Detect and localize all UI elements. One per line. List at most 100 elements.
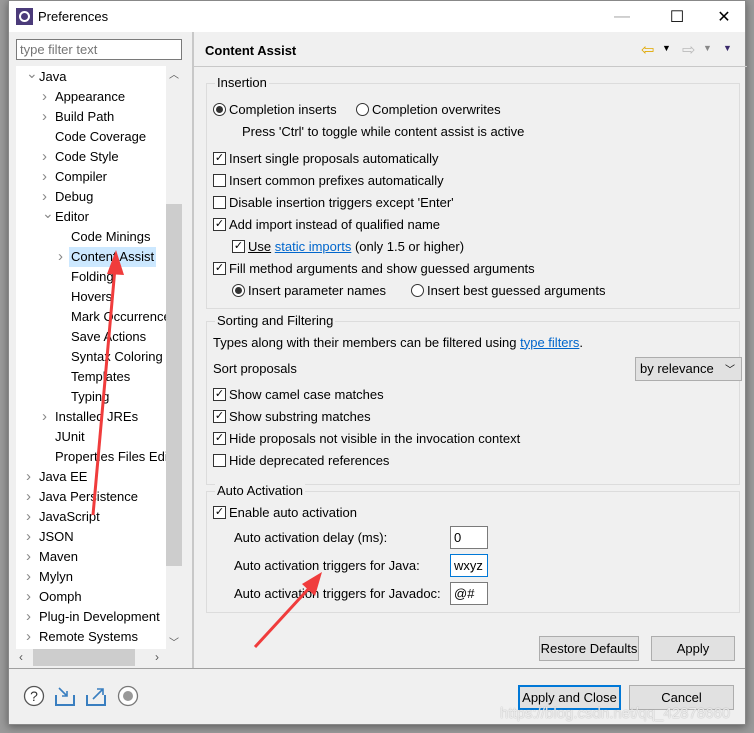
tree-item-label: JSON [39, 529, 74, 544]
tree-item[interactable]: Templates [16, 367, 173, 387]
check-icon: ✓ [213, 217, 226, 231]
tree-horizontal-scrollbar[interactable]: ‹ › [16, 649, 166, 666]
maximize-button[interactable]: ☐ [654, 1, 700, 32]
static-imports-link[interactable]: static imports [275, 239, 352, 254]
tree-item[interactable]: Save Actions [16, 327, 173, 347]
scroll-left-icon[interactable]: ‹ [19, 650, 23, 664]
sort-proposals-select[interactable]: by relevance ﹀ [635, 357, 742, 381]
back-arrow-icon[interactable]: ⇦ [641, 40, 654, 60]
tree-item[interactable]: Properties Files Editor [16, 447, 173, 467]
check-icon: ✓ [213, 261, 226, 275]
record-icon[interactable] [117, 685, 139, 707]
camel-case-checkbox[interactable]: ✓ Show camel case matches [213, 385, 384, 403]
chevron-right-icon[interactable]: › [26, 467, 31, 487]
watermark: https://blog.csdn.net/qq_42878660 [500, 705, 731, 722]
tree-item[interactable]: Typing [16, 387, 173, 407]
scroll-down-icon[interactable]: ﹀ [169, 634, 179, 649]
tree-item[interactable]: Code Coverage [16, 127, 173, 147]
tree-item[interactable]: › Plug-in Development [16, 607, 173, 627]
tree-item[interactable]: Mark Occurrences [16, 307, 173, 327]
tree-item-label: Typing [71, 389, 110, 404]
tree-item[interactable]: JUnit [16, 427, 173, 447]
tree-item[interactable]: › Installed JREs [16, 407, 173, 427]
export-icon[interactable] [85, 685, 107, 707]
use-static-imports-checkbox[interactable]: ✓ Use static imports (only 1.5 or higher) [232, 237, 464, 255]
tree-item[interactable]: Hovers [16, 287, 173, 307]
scroll-up-icon[interactable]: ︿ [169, 66, 179, 81]
chevron-right-icon[interactable]: › [42, 107, 47, 127]
chevron-right-icon[interactable]: › [26, 547, 31, 567]
delay-input[interactable] [450, 526, 488, 549]
chevron-right-icon[interactable]: › [42, 167, 47, 187]
minimize-button[interactable]: — [599, 1, 645, 32]
chevron-down-icon[interactable]: ⌄ [42, 203, 54, 223]
filter-input[interactable] [16, 39, 182, 60]
restore-defaults-button[interactable]: Restore Defaults [539, 636, 639, 661]
add-import-checkbox[interactable]: ✓ Add import instead of qualified name [213, 215, 440, 233]
checkbox-label: Use [248, 238, 272, 254]
enable-auto-activation-checkbox[interactable]: ✓ Enable auto activation [213, 503, 357, 521]
import-icon[interactable] [54, 685, 76, 707]
chevron-right-icon[interactable]: › [26, 587, 31, 607]
chevron-right-icon[interactable]: › [58, 247, 63, 267]
tree-item[interactable]: Syntax Coloring [16, 347, 173, 367]
hide-deprecated-checkbox[interactable]: Hide deprecated references [213, 451, 389, 469]
tree-vertical-scrollbar[interactable]: ︿ ﹀ [166, 66, 182, 649]
tree-item[interactable]: ⌄ Java [16, 66, 173, 87]
hide-invisible-checkbox[interactable]: ✓ Hide proposals not visible in the invoc… [213, 429, 520, 447]
tree-item-label: JavaScript [39, 509, 100, 524]
tree-item[interactable]: › Compiler [16, 167, 173, 187]
chevron-right-icon[interactable]: › [26, 627, 31, 647]
scroll-thumb[interactable] [33, 649, 135, 666]
chevron-right-icon[interactable]: › [26, 487, 31, 507]
checkbox-label-suffix: (only 1.5 or higher) [354, 238, 465, 254]
chevron-right-icon[interactable]: › [42, 407, 47, 427]
tree-item[interactable]: › Oomph [16, 587, 173, 607]
completion-overwrites-radio[interactable]: Completion overwrites [356, 100, 501, 118]
tree-item[interactable]: › Appearance [16, 87, 173, 107]
tree-item[interactable]: › Code Style [16, 147, 173, 167]
help-icon[interactable]: ? [23, 685, 45, 707]
checkbox-label: Add import instead of qualified name [229, 216, 441, 232]
tree-item[interactable]: › Java Persistence [16, 487, 173, 507]
tree-item[interactable]: › Java EE [16, 467, 173, 487]
chevron-right-icon[interactable]: › [26, 507, 31, 527]
forward-arrow-icon[interactable]: ⇨ [682, 40, 695, 60]
scroll-thumb[interactable] [166, 204, 182, 566]
tree-item[interactable]: Code Minings [16, 227, 173, 247]
close-button[interactable]: ✕ [701, 1, 747, 32]
completion-inserts-radio[interactable]: Completion inserts [213, 100, 337, 118]
insert-best-guessed-radio[interactable]: Insert best guessed arguments [411, 281, 606, 299]
tree-item[interactable]: › JavaScript [16, 507, 173, 527]
tree-item[interactable]: › Build Path [16, 107, 173, 127]
java-triggers-input[interactable] [450, 554, 488, 577]
javadoc-triggers-input[interactable] [450, 582, 488, 605]
tree-item-label: Java [39, 69, 67, 84]
fill-method-arguments-checkbox[interactable]: ✓ Fill method arguments and show guessed … [213, 259, 535, 277]
tree-item[interactable]: › Mylyn [16, 567, 173, 587]
back-menu-icon[interactable]: ▼ [662, 43, 671, 53]
insert-common-prefixes-checkbox[interactable]: Insert common prefixes automatically [213, 171, 444, 189]
tree-item[interactable]: ⌄ Editor [16, 205, 173, 227]
tree-item[interactable]: › Remote Systems [16, 627, 173, 647]
chevron-down-icon[interactable]: ⌄ [26, 66, 38, 83]
substring-matches-checkbox[interactable]: ✓ Show substring matches [213, 407, 371, 425]
insert-single-proposals-checkbox[interactable]: ✓ Insert single proposals automatically [213, 149, 439, 167]
tree-item[interactable]: › Debug [16, 187, 173, 207]
chevron-right-icon[interactable]: › [42, 87, 47, 107]
chevron-right-icon[interactable]: › [26, 567, 31, 587]
tree-item[interactable]: › JSON [16, 527, 173, 547]
forward-menu-icon[interactable]: ▼ [703, 43, 712, 53]
tree-item[interactable]: › Maven [16, 547, 173, 567]
tree-item[interactable]: › Content Assist [16, 247, 173, 267]
chevron-right-icon[interactable]: › [26, 527, 31, 547]
chevron-right-icon[interactable]: › [42, 147, 47, 167]
tree-item[interactable]: Folding [16, 267, 173, 287]
apply-button[interactable]: Apply [651, 636, 735, 661]
disable-insertion-triggers-checkbox[interactable]: Disable insertion triggers except 'Enter… [213, 193, 454, 211]
type-filters-link[interactable]: type filters [520, 335, 579, 350]
view-menu-icon[interactable]: ▼ [723, 43, 732, 53]
chevron-right-icon[interactable]: › [26, 607, 31, 627]
insert-parameter-names-radio[interactable]: Insert parameter names [232, 281, 386, 299]
scroll-right-icon[interactable]: › [155, 650, 159, 664]
